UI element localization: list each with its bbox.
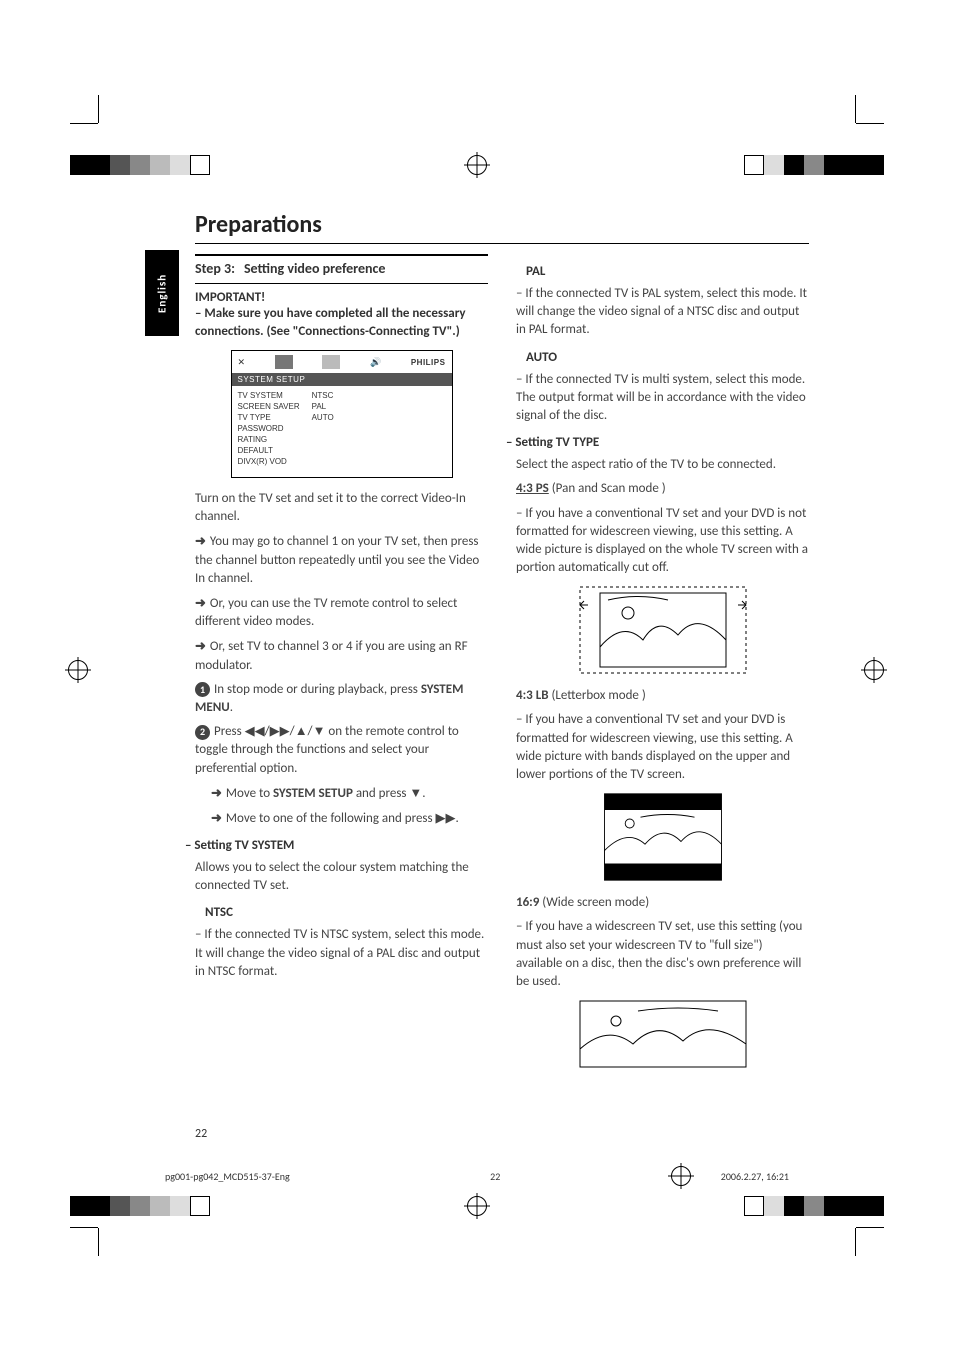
numbered-step: 1In stop mode or during playback, press … <box>195 681 488 717</box>
body-text: Turn on the TV set and set it to the cor… <box>195 490 488 526</box>
pan-scan-illustration <box>578 585 748 675</box>
title-rule <box>195 243 809 244</box>
body-text: – If you have a widescreen TV set, use t… <box>516 918 809 991</box>
menu-bar-title: SYSTEM SETUP <box>232 373 452 386</box>
letterbox-illustration <box>578 792 748 882</box>
menu-icon <box>322 355 340 369</box>
list-item: DEFAULT <box>238 445 300 456</box>
osd-menu-illustration: ✕ 🔊 PHILIPS SYSTEM SETUP TV SYSTEM SCREE… <box>231 350 453 478</box>
body-text: – If you have a conventional TV set and … <box>516 505 809 578</box>
speaker-icon: 🔊 <box>370 357 381 368</box>
option-label: 4:3 PS <box>516 481 549 496</box>
important-label: IMPORTANT! <box>195 290 488 305</box>
subsection-heading: – Setting TV TYPE <box>506 435 809 450</box>
body-text: ➜Or, you can use the TV remote control t… <box>195 594 488 631</box>
registration-marks-top <box>0 135 954 195</box>
menu-icon <box>275 355 293 369</box>
numbered-step: 2Press ◀◀/▶▶/▲/▼ on the remote control t… <box>195 723 488 778</box>
body-text: 4:3 LB (Letterbox mode ) <box>516 687 809 705</box>
body-text: 4:3 PS (Pan and Scan mode ) <box>516 480 809 498</box>
step-number-icon: 1 <box>195 682 210 697</box>
body-text: ➜Or, set TV to channel 3 or 4 if you are… <box>195 637 488 674</box>
arrow-icon: ➜ <box>195 638 206 653</box>
option-heading: PAL <box>526 264 809 279</box>
arrow-icon: ➜ <box>195 595 206 610</box>
list-item: TV SYSTEM <box>238 390 300 401</box>
important-body: – Make sure you have completed all the n… <box>195 305 488 340</box>
body-text: (Pan and Scan mode ) <box>549 481 666 496</box>
body-text: Select the aspect ratio of the TV to be … <box>516 456 809 474</box>
body-text: ➜ Move to SYSTEM SETUP and press ▼. <box>211 784 488 803</box>
body-text: Move to one of the following and press ▶… <box>226 811 459 826</box>
arrow-icon: ➜ <box>211 785 222 800</box>
body-text: Or, set TV to channel 3 or 4 if you are … <box>195 639 468 672</box>
body-text: Press <box>214 724 245 739</box>
body-text: Allows you to select the colour system m… <box>195 859 488 895</box>
registration-target-icon <box>864 660 884 680</box>
body-text: ➜ Move to one of the following and press … <box>211 809 488 828</box>
body-text: – If the connected TV is multi system, s… <box>516 371 809 426</box>
body-text: – If the connected TV is NTSC system, se… <box>195 926 488 981</box>
list-item: TV TYPE <box>238 412 300 423</box>
menu-right-list: NTSC PAL AUTO <box>312 390 334 467</box>
list-item: RATING <box>238 434 300 445</box>
body-text: ◀◀/▶▶/▲/▼ <box>245 724 326 739</box>
subsection-heading: – Setting TV SYSTEM <box>185 838 488 853</box>
body-text: (Wide screen mode) <box>539 895 649 910</box>
body-text: Move to <box>226 786 273 801</box>
step-title: Setting video preference <box>244 260 386 277</box>
arrow-icon: ➜ <box>211 810 222 825</box>
body-text: – If you have a conventional TV set and … <box>516 711 809 784</box>
step-heading: Step 3: Setting video preference <box>195 254 488 284</box>
body-text: . <box>230 700 233 715</box>
option-label: 4:3 LB <box>516 688 549 703</box>
brand-logo: PHILIPS <box>411 358 446 367</box>
body-text: (Letterbox mode ) <box>549 688 646 703</box>
body-text: SYSTEM SETUP <box>273 786 353 801</box>
body-text: In stop mode or during playback, press <box>214 682 421 697</box>
option-label: 16:9 <box>516 895 539 910</box>
body-text: ➜You may go to channel 1 on your TV set,… <box>195 532 488 588</box>
body-text: – If the connected TV is PAL system, sel… <box>516 285 809 340</box>
list-item: DIVX(R) VOD <box>238 456 300 467</box>
menu-left-list: TV SYSTEM SCREEN SAVER TV TYPE PASSWORD … <box>238 390 300 467</box>
step-number-icon: 2 <box>195 725 210 740</box>
right-column: PAL – If the connected TV is PAL system,… <box>516 254 809 1081</box>
left-column: Step 3: Setting video preference IMPORTA… <box>195 254 488 1081</box>
page-title: Preparations <box>195 210 809 239</box>
list-item: NTSC <box>312 390 334 401</box>
step-label: Step 3: <box>195 260 235 277</box>
widescreen-illustration <box>578 999 748 1069</box>
option-heading: NTSC <box>205 905 488 920</box>
list-item: PASSWORD <box>238 423 300 434</box>
registration-target-icon <box>68 660 88 680</box>
body-text: You may go to channel 1 on your TV set, … <box>195 534 479 585</box>
body-text: Or, you can use the TV remote control to… <box>195 596 457 629</box>
list-item: SCREEN SAVER <box>238 401 300 412</box>
list-item: AUTO <box>312 412 334 423</box>
body-text: 16:9 (Wide screen mode) <box>516 894 809 912</box>
option-heading: AUTO <box>526 350 809 365</box>
language-tab: English <box>145 250 179 336</box>
registration-target-icon <box>467 155 487 175</box>
body-text: and press ▼. <box>353 786 426 801</box>
list-item: PAL <box>312 401 334 412</box>
arrow-icon: ➜ <box>195 533 206 548</box>
registration-target-icon <box>467 1196 487 1216</box>
registration-marks-bottom <box>0 1176 954 1236</box>
page-number: 22 <box>195 1127 207 1141</box>
tool-icon: ✕ <box>238 357 246 368</box>
